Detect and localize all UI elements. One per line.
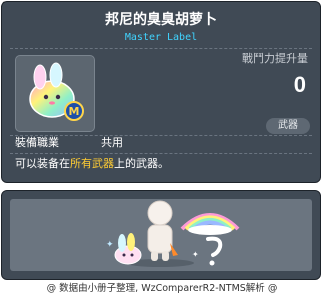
job-label: 裝備職業 — [15, 136, 59, 149]
character-preview-illustration: ✦ ✦ — [106, 200, 240, 267]
divider-top — [10, 48, 312, 49]
master-label: Master Label — [124, 32, 198, 43]
footer-credit: @ 数据由小册子整理, WzComparerR2-NTMS解析 @ — [46, 283, 278, 294]
item-description: 可以装备在所有武器上的武器。 — [15, 157, 169, 171]
bunny-carrot-icon: M — [29, 62, 84, 121]
divider-bottom — [10, 153, 312, 154]
description-highlight: 所有武器 — [70, 157, 114, 170]
description-prefix: 可以装备在 — [15, 157, 70, 170]
power-increase-label: 戰鬥力提升量 — [242, 52, 308, 65]
power-increase-value: 0 — [293, 72, 306, 97]
svg-text:M: M — [69, 105, 80, 118]
description-suffix: 上的武器。 — [114, 157, 169, 170]
character-preview-panel: ✦ ✦ — [1, 190, 321, 280]
category-badge: 武器 — [266, 118, 310, 134]
svg-text:✦: ✦ — [192, 250, 199, 259]
item-name: 邦尼的臭臭胡萝卜 — [105, 12, 217, 28]
preview-stage: ✦ ✦ — [10, 199, 312, 271]
item-tooltip: 邦尼的臭臭胡萝卜 Master Label M 戰鬥力提升量 0 武器 裝備職業… — [1, 1, 321, 183]
item-icon-frame: M — [15, 55, 95, 132]
svg-text:✦: ✦ — [106, 240, 114, 250]
job-value: 共用 — [101, 136, 123, 149]
